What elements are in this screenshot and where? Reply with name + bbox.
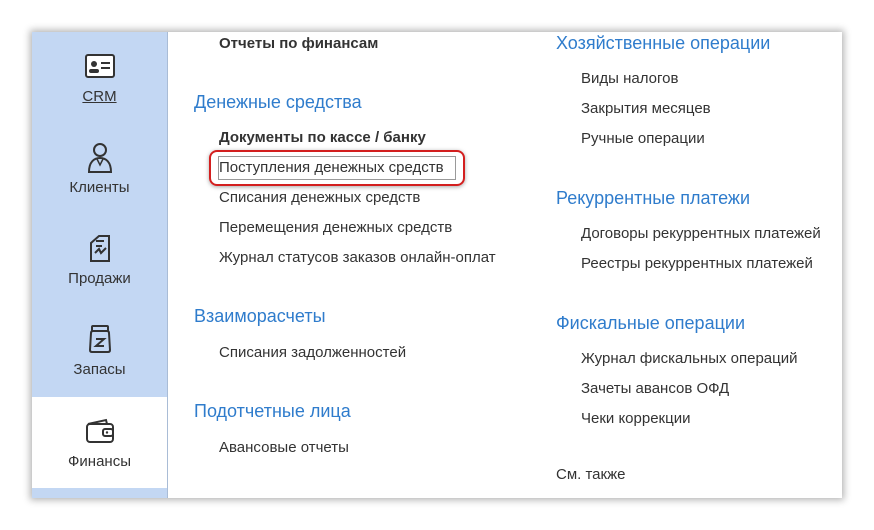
person-icon [85,142,115,173]
advance-reports-link[interactable]: Авансовые отчеты [219,439,349,456]
section-title-settlements: Взаиморасчеты [194,306,326,326]
section-title-fiscal-operations: Фискальные операции [556,313,745,333]
tax-types-link[interactable]: Виды налогов [581,70,678,87]
sidebar: CRM Клиенты Продажи Запасы Финансы [32,32,168,498]
debt-writeoffs-link[interactable]: Списания задолженностей [219,344,406,361]
manual-operations-link[interactable]: Ручные операции [581,130,705,147]
ofd-advance-offsets-link[interactable]: Зачеты авансов ОФД [581,380,729,397]
app-window: CRM Клиенты Продажи Запасы Финансы Отчет… [32,32,842,498]
sidebar-item-finance[interactable]: Финансы [32,397,167,488]
sales-icon [85,233,115,263]
finance-reports-link[interactable]: Отчеты по финансам [219,35,378,52]
stock-jar-icon [85,324,115,354]
section-title-cash: Денежные средства [194,92,362,112]
see-also-link[interactable]: См. также [556,466,625,483]
sidebar-item-label: Финансы [68,452,131,470]
correction-receipts-link[interactable]: Чеки коррекции [581,410,690,427]
sidebar-item-clients[interactable]: Клиенты [32,123,167,214]
wallet-icon [85,416,115,446]
section-title-business-operations: Хозяйственные операции [556,33,771,53]
online-payment-status-journal-link[interactable]: Журнал статусов заказов онлайн-оплат [219,249,496,266]
sidebar-item-stock[interactable]: Запасы [32,305,167,396]
cash-bank-documents-header[interactable]: Документы по кассе / банку [219,129,426,146]
sidebar-item-label: Клиенты [69,178,130,196]
cash-transfers-link[interactable]: Перемещения денежных средств [219,219,452,236]
section-title-accountable: Подотчетные лица [194,401,351,421]
cash-writeoffs-link[interactable]: Списания денежных средств [219,189,420,206]
id-card-icon [84,51,115,81]
sidebar-item-sales[interactable]: Продажи [32,214,167,305]
fiscal-journal-link[interactable]: Журнал фискальных операций [581,350,798,367]
month-closing-link[interactable]: Закрытия месяцев [581,100,711,117]
recurring-contracts-link[interactable]: Договоры рекуррентных платежей [581,225,821,242]
focus-outline [218,156,456,180]
sidebar-item-label: CRM [82,87,117,105]
section-title-recurring-payments: Рекуррентные платежи [556,188,751,208]
sidebar-item-label: Запасы [73,360,126,378]
sidebar-item-crm[interactable]: CRM [32,32,167,123]
recurring-registers-link[interactable]: Реестры рекуррентных платежей [581,255,813,272]
sidebar-item-label: Продажи [68,269,131,287]
